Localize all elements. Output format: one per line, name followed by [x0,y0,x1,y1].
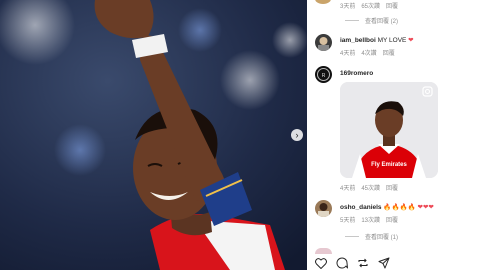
avatar[interactable] [315,248,332,254]
comment-icon[interactable] [336,257,348,269]
divider [345,236,359,237]
player-portrait-image: Fly Emirates [340,82,438,178]
fire-and-heart-emojis: 🔥🔥🔥🔥 ❤❤❤ [383,204,434,211]
comment-time: 3天前 [340,4,356,10]
avatar[interactable] [315,200,332,217]
heart-icon[interactable] [315,257,327,269]
comment-username[interactable]: osho_daniels [340,204,382,211]
kit-sponsor-text: Fly Emirates [371,162,407,168]
comment-time: 4天前 [340,186,356,192]
comment-likes[interactable]: 4次讚 [361,48,376,57]
reply-button[interactable]: 回覆 [386,183,398,192]
comment-time: 5天前 [340,218,356,224]
post-photo [0,0,307,270]
view-replies-button[interactable]: 查看回覆 (1) [345,232,398,241]
reply-button[interactable]: 回覆 [383,48,395,57]
comment-likes[interactable]: 13次讚 [361,215,380,224]
comment-shared-image[interactable]: Fly Emirates [340,82,438,178]
comment-text: osho_daniels 🔥🔥🔥🔥 ❤❤❤ [340,203,434,211]
comment-meta: 5天前 13次讚 回覆 [340,215,398,224]
comment-likes[interactable]: 45次讚 [361,183,380,192]
heart-emoji: ❤ [408,37,414,44]
share-icon[interactable] [378,257,390,269]
avatar[interactable]: R [315,66,332,83]
action-bar [315,257,390,269]
reply-button[interactable]: 回覆 [386,215,398,224]
comment-meta: 3天前 65次讚 回覆 [340,1,398,10]
chevron-right-icon: › [295,129,299,140]
comment-username[interactable]: 169romero [340,70,373,77]
view-replies-button[interactable]: 查看回覆 (2) [345,16,398,25]
comment-meta: 4天前 4次讚 回覆 [340,48,395,57]
comment-meta: 4天前 45次讚 回覆 [340,183,398,192]
svg-text:R: R [322,73,326,79]
player-celebration-image [0,0,307,270]
comment-text: 169romero [340,70,373,77]
reply-button[interactable]: 回覆 [386,1,398,10]
comment-likes[interactable]: 65次讚 [361,1,380,10]
comment-username[interactable]: iam_bellboi [340,37,376,44]
comment-text: iam_bellboi MY LOVE ❤ [340,37,414,44]
repost-icon[interactable] [357,257,369,269]
divider [345,20,359,21]
avatar[interactable] [315,34,332,51]
carousel-next-button[interactable]: › [291,129,303,141]
comment-time: 4天前 [340,51,356,57]
